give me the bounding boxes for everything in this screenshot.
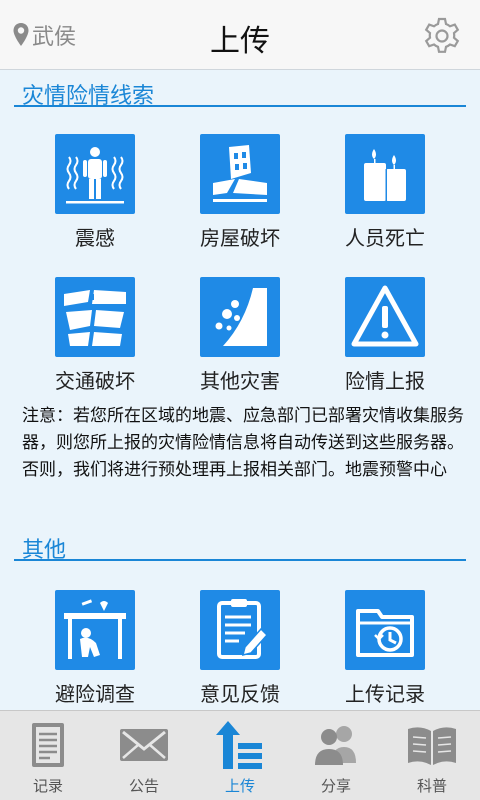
damaged-building-icon <box>213 145 267 202</box>
tile-label: 交通破坏 <box>55 369 135 393</box>
tab-science[interactable]: 科普 <box>384 711 480 800</box>
upload-icon <box>216 721 262 769</box>
tile-shelter-survey[interactable]: 避险调查 <box>25 590 165 707</box>
tab-upload[interactable]: 上传 <box>192 711 288 800</box>
tile-house-damage[interactable]: 房屋破坏 <box>170 134 310 251</box>
gear-icon[interactable] <box>422 16 462 56</box>
section-divider <box>14 105 466 107</box>
tile-label: 其他灾害 <box>200 369 280 393</box>
document-icon <box>32 723 64 767</box>
tile-feedback[interactable]: 意见反馈 <box>170 590 310 707</box>
tab-label: 公告 <box>128 777 159 795</box>
tile-casualty[interactable]: 人员死亡 <box>315 134 455 251</box>
tile-label: 人员死亡 <box>345 226 425 250</box>
tile-label: 上传记录 <box>345 682 425 706</box>
bottom-tab-bar: 记录 公告 上传 分享 科普 <box>0 710 480 800</box>
tab-label: 分享 <box>320 777 351 795</box>
tile-label: 意见反馈 <box>200 682 280 706</box>
tremor-person-icon <box>66 147 124 204</box>
landslide-icon <box>215 288 267 346</box>
tile-label: 房屋破坏 <box>200 226 280 250</box>
warning-icon <box>351 285 419 347</box>
users-icon <box>315 726 356 765</box>
feedback-clipboard-icon <box>217 599 269 659</box>
shelter-survey-icon <box>64 599 126 659</box>
tile-label: 险情上报 <box>345 369 425 393</box>
book-icon <box>408 727 456 765</box>
upload-content[interactable]: 灾情险情线索 震感 房屋破坏 人员死亡 交通破坏 其他灾害 险情上报 注意：若您… <box>0 70 480 710</box>
tile-traffic-damage[interactable]: 交通破坏 <box>25 277 165 394</box>
upload-history-folder-icon <box>356 609 414 657</box>
notice-text: 注意：若您所在区域的地震、应急部门已部署灾情收集服务器，则您所上报的灾情险情信息… <box>22 406 464 480</box>
tile-tremor[interactable]: 震感 <box>25 134 165 251</box>
tile-hazard-report[interactable]: 险情上报 <box>315 277 455 394</box>
envelope-icon <box>120 729 168 761</box>
section-divider <box>14 559 466 561</box>
tile-upload-history[interactable]: 上传记录 <box>315 590 455 707</box>
title-bar: 武侯 上传 <box>0 0 480 70</box>
tab-label: 记录 <box>32 777 63 795</box>
page-title: 上传 <box>210 24 270 59</box>
tile-label: 震感 <box>75 226 115 250</box>
tile-label: 避险调查 <box>55 682 135 706</box>
tab-label: 上传 <box>224 777 255 795</box>
tab-share[interactable]: 分享 <box>288 711 384 800</box>
tab-label: 科普 <box>416 777 447 795</box>
broken-road-icon <box>64 290 126 346</box>
candles-icon <box>364 149 406 201</box>
tab-notice[interactable]: 公告 <box>96 711 192 800</box>
tab-records[interactable]: 记录 <box>0 711 96 800</box>
tile-other-disaster[interactable]: 其他灾害 <box>170 277 310 394</box>
